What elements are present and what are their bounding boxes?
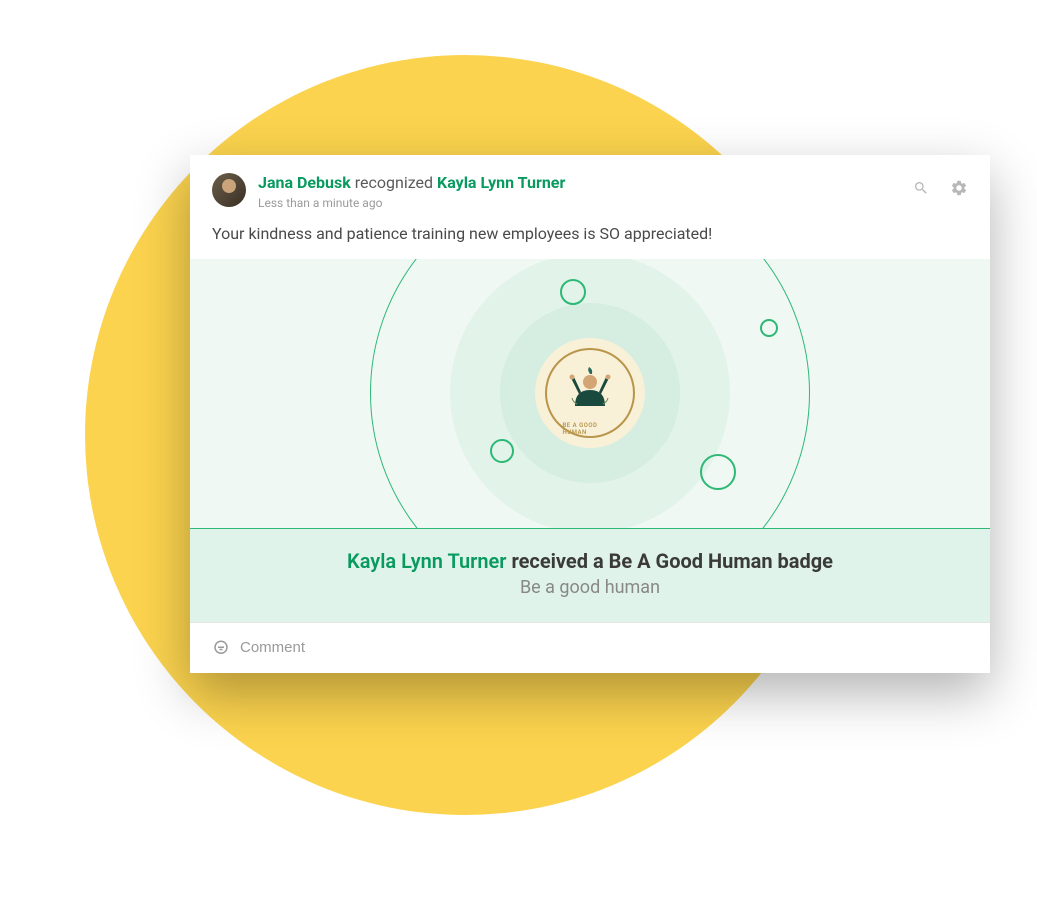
- timestamp: Less than a minute ago: [258, 196, 912, 210]
- banner-recipient-name[interactable]: Kayla Lynn Turner: [347, 549, 506, 573]
- decoration-bubble: [560, 279, 586, 305]
- decoration-bubble: [700, 454, 736, 490]
- banner-text: received a Be A Good Human badge: [511, 549, 833, 573]
- actor-name-link[interactable]: Jana Debusk: [258, 173, 351, 192]
- decoration-bubble: [760, 319, 778, 337]
- badge-emblem: BE A GOOD HUMAN: [535, 338, 645, 448]
- card-header: Jana Debusk recognized Kayla Lynn Turner…: [190, 155, 990, 218]
- recipient-name-link[interactable]: Kayla Lynn Turner: [437, 173, 565, 192]
- comment-input[interactable]: [240, 639, 968, 656]
- recognition-card: Jana Debusk recognized Kayla Lynn Turner…: [190, 155, 990, 673]
- header-text: Jana Debusk recognized Kayla Lynn Turner…: [258, 173, 912, 210]
- banner-subtitle: Be a good human: [212, 577, 968, 598]
- gear-icon[interactable]: [950, 179, 968, 197]
- banner-title: Kayla Lynn Turner received a Be A Good H…: [212, 549, 968, 573]
- badge-visual-area: BE A GOOD HUMAN: [190, 259, 990, 529]
- recognition-verb: recognized: [355, 173, 433, 192]
- search-icon[interactable]: [912, 179, 930, 197]
- comment-bar[interactable]: [190, 622, 990, 673]
- badge-label-text: BE A GOOD HUMAN: [563, 422, 618, 436]
- recognition-line: Jana Debusk recognized Kayla Lynn Turner: [258, 173, 912, 194]
- decoration-bubble: [490, 439, 514, 463]
- badge-banner: Kayla Lynn Turner received a Be A Good H…: [190, 529, 990, 622]
- avatar[interactable]: [212, 173, 246, 207]
- recognition-message: Your kindness and patience training new …: [190, 218, 990, 259]
- header-actions: [912, 179, 968, 197]
- badge-illustration: [563, 366, 617, 420]
- comment-icon: [212, 639, 230, 657]
